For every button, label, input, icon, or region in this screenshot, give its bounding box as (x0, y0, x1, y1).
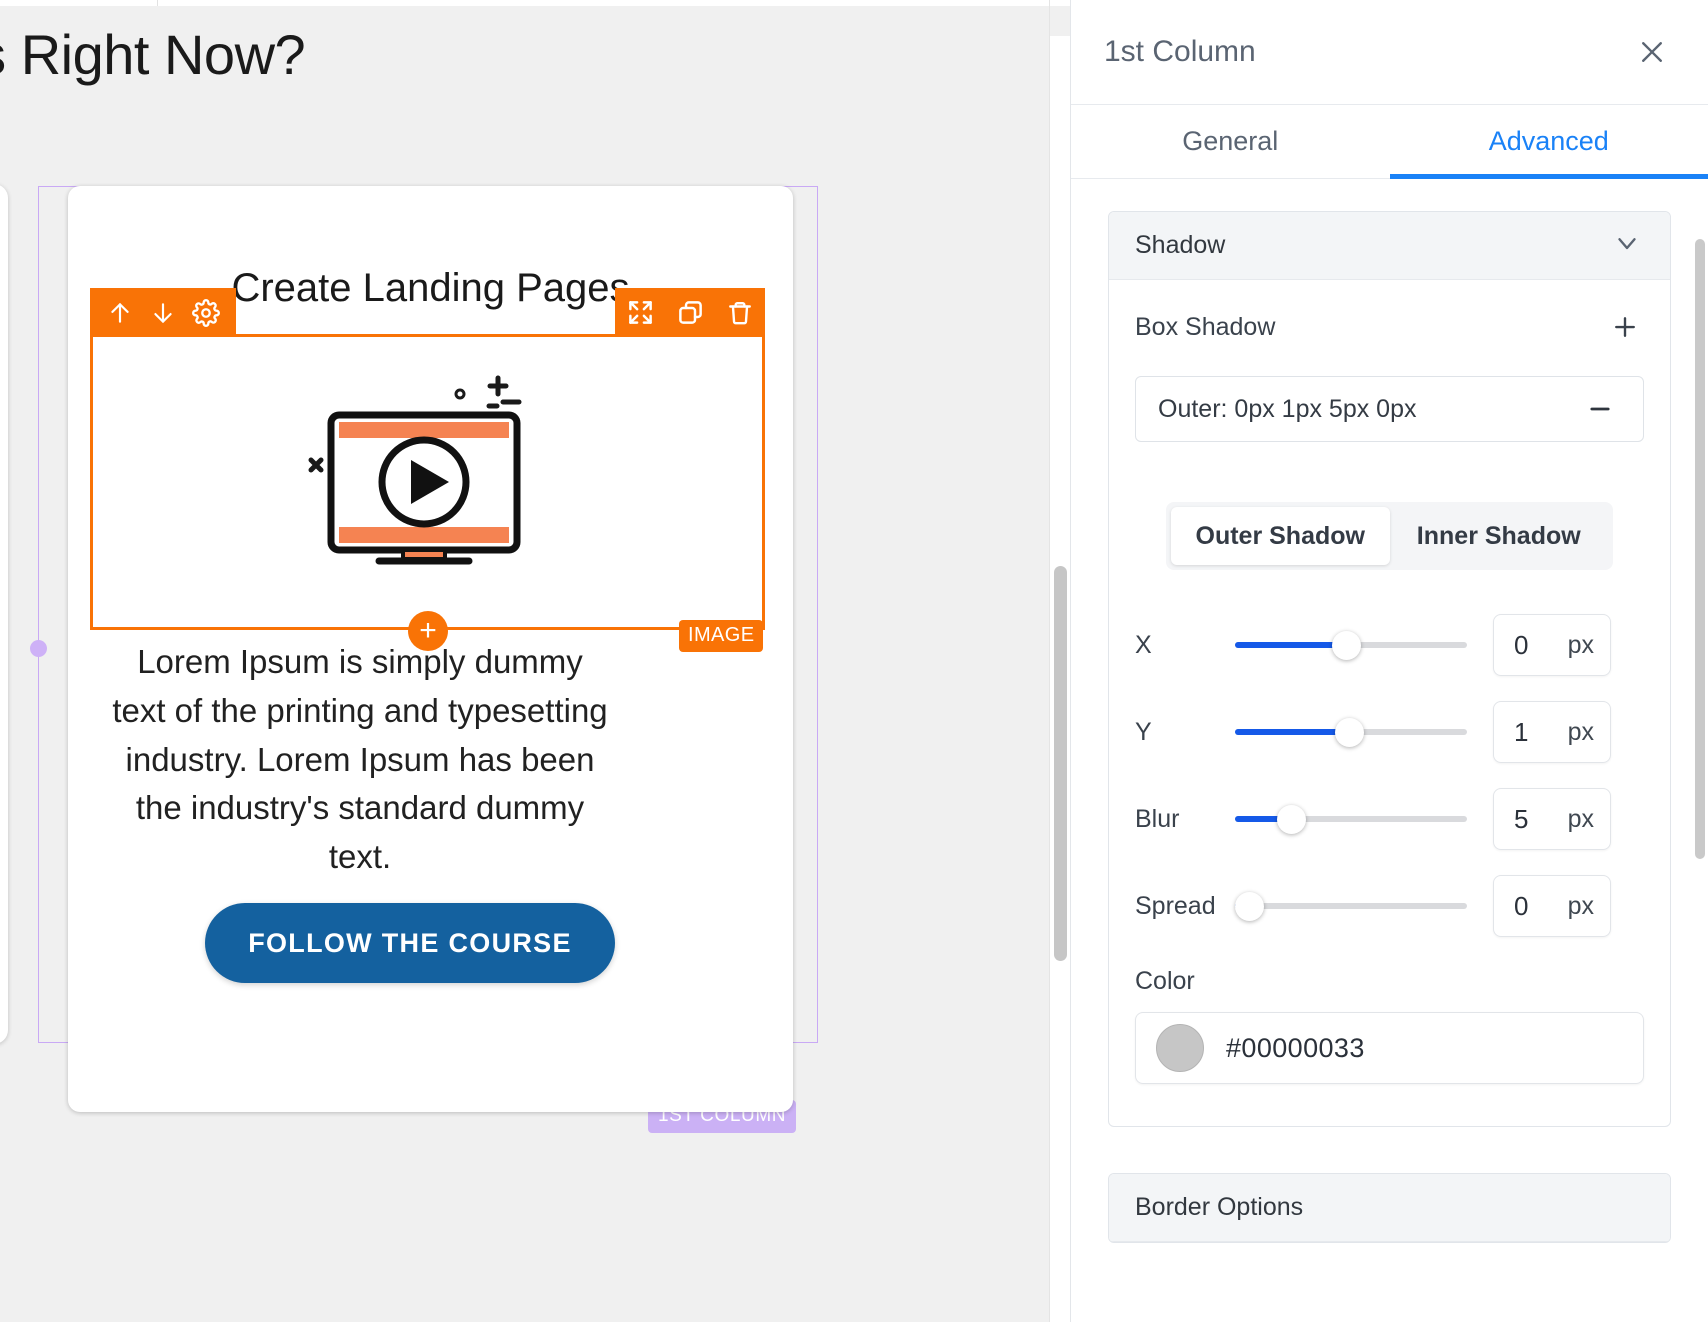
shadow-section-body: Box Shadow Outer: 0px 1px 5px 0px Outer … (1109, 280, 1670, 1126)
border-options-label: Border Options (1135, 1193, 1304, 1221)
outer-shadow-tab[interactable]: Outer Shadow (1171, 507, 1390, 565)
follow-the-course-button[interactable]: FOLLOW THE COURSE (205, 903, 615, 983)
shadow-type-segmented-control: Outer Shadow Inner Shadow (1166, 502, 1613, 570)
slider-y[interactable] (1235, 712, 1467, 752)
panel-tabs: General Advanced (1071, 105, 1708, 179)
slider-row-x: X 0 px (1135, 614, 1644, 676)
shadow-section-label: Shadow (1135, 231, 1226, 259)
number-input-x[interactable]: 0 px (1493, 614, 1611, 676)
shadow-section: Shadow Box Shadow Outer: 0px 1px 5px 0px (1108, 211, 1671, 1127)
tab-general[interactable]: General (1071, 105, 1390, 178)
slider-fill (1235, 729, 1349, 735)
hero-heading: ess Right Now? (0, 23, 306, 86)
shadow-section-header[interactable]: Shadow (1109, 212, 1670, 280)
color-input[interactable]: #00000033 (1135, 1012, 1644, 1084)
slider-row-spread: Spread 0 px (1135, 875, 1644, 937)
unit-x: px (1567, 630, 1594, 659)
slider-fill (1235, 642, 1347, 648)
image-badge: IMAGE (679, 620, 764, 652)
panel-body: Shadow Box Shadow Outer: 0px 1px 5px 0px (1071, 179, 1708, 1322)
remove-box-shadow-icon[interactable] (1583, 392, 1617, 426)
border-options-section: Border Options (1108, 1173, 1671, 1243)
value-x: 0 (1514, 629, 1529, 660)
element-toolbar-left[interactable] (90, 288, 236, 337)
duplicate-icon[interactable] (668, 291, 712, 335)
canvas-scrollbar[interactable] (1050, 36, 1070, 1322)
slider-label-x: X (1135, 630, 1152, 659)
canvas-top-strip (0, 0, 1070, 6)
panel-header: 1st Column (1071, 0, 1708, 105)
adjacent-column-slab (0, 184, 8, 1044)
box-shadow-row: Box Shadow (1135, 308, 1644, 346)
number-input-blur[interactable]: 5 px (1493, 788, 1611, 850)
box-shadow-entry-label: Outer: 0px 1px 5px 0px (1158, 394, 1417, 423)
unit-blur: px (1567, 804, 1594, 833)
unit-y: px (1567, 717, 1594, 746)
slider-row-blur: Blur 5 px (1135, 788, 1644, 850)
inner-shadow-tab[interactable]: Inner Shadow (1390, 507, 1609, 565)
color-label: Color (1135, 967, 1195, 995)
value-y: 1 (1514, 716, 1529, 747)
box-shadow-entry[interactable]: Outer: 0px 1px 5px 0px (1135, 376, 1644, 442)
panel-title: 1st Column (1104, 35, 1256, 68)
slider-blur[interactable] (1235, 799, 1467, 839)
slider-knob-y[interactable] (1334, 718, 1364, 747)
delete-trash-icon[interactable] (718, 291, 762, 335)
slider-label-y: Y (1135, 717, 1152, 746)
slider-spread[interactable] (1235, 886, 1467, 926)
card-body-text: Lorem Ipsum is simply dummy text of the … (112, 643, 608, 876)
value-blur: 5 (1514, 803, 1529, 834)
move-down-icon[interactable] (141, 291, 184, 335)
value-spread: 0 (1514, 890, 1529, 921)
element-toolbar-right[interactable] (615, 288, 765, 337)
slider-knob-blur[interactable] (1276, 805, 1306, 834)
app-screen: ess Right Now? 1ST COLUMN Create Landing… (0, 0, 1708, 1322)
unit-spread: px (1567, 891, 1594, 920)
panel-scrollbar[interactable] (1692, 179, 1708, 1322)
slider-row-y: Y 1 px (1135, 701, 1644, 763)
expand-icon[interactable] (618, 291, 662, 335)
canvas-seam (157, 0, 158, 6)
add-box-shadow-button[interactable] (1606, 308, 1644, 346)
slider-label-spread: Spread (1135, 891, 1216, 920)
number-input-y[interactable]: 1 px (1493, 701, 1611, 763)
slider-x[interactable] (1235, 625, 1467, 665)
page-builder-canvas: ess Right Now? 1ST COLUMN Create Landing… (0, 0, 1070, 1322)
slider-label-blur: Blur (1135, 804, 1180, 833)
border-options-header[interactable]: Border Options (1109, 1174, 1670, 1242)
slider-knob-x[interactable] (1332, 631, 1362, 660)
move-up-icon[interactable] (98, 291, 141, 335)
chevron-down-icon[interactable] (1612, 228, 1642, 263)
settings-panel: 1st Column General Advanced Shadow Box S… (1070, 0, 1708, 1322)
video-illustration (285, 360, 570, 570)
canvas-scrollbar-thumb[interactable] (1054, 566, 1067, 961)
tab-advanced[interactable]: Advanced (1389, 105, 1708, 179)
color-swatch[interactable] (1156, 1024, 1204, 1072)
color-value: #00000033 (1226, 1032, 1365, 1063)
panel-scrollbar-thumb[interactable] (1695, 239, 1705, 859)
close-icon[interactable] (1632, 32, 1672, 72)
box-shadow-label: Box Shadow (1135, 312, 1276, 341)
slider-knob-spread[interactable] (1235, 892, 1264, 921)
column-drag-handle[interactable] (30, 640, 47, 657)
number-input-spread[interactable]: 0 px (1493, 875, 1611, 937)
settings-gear-icon[interactable] (185, 291, 228, 335)
slider-track (1235, 903, 1467, 909)
